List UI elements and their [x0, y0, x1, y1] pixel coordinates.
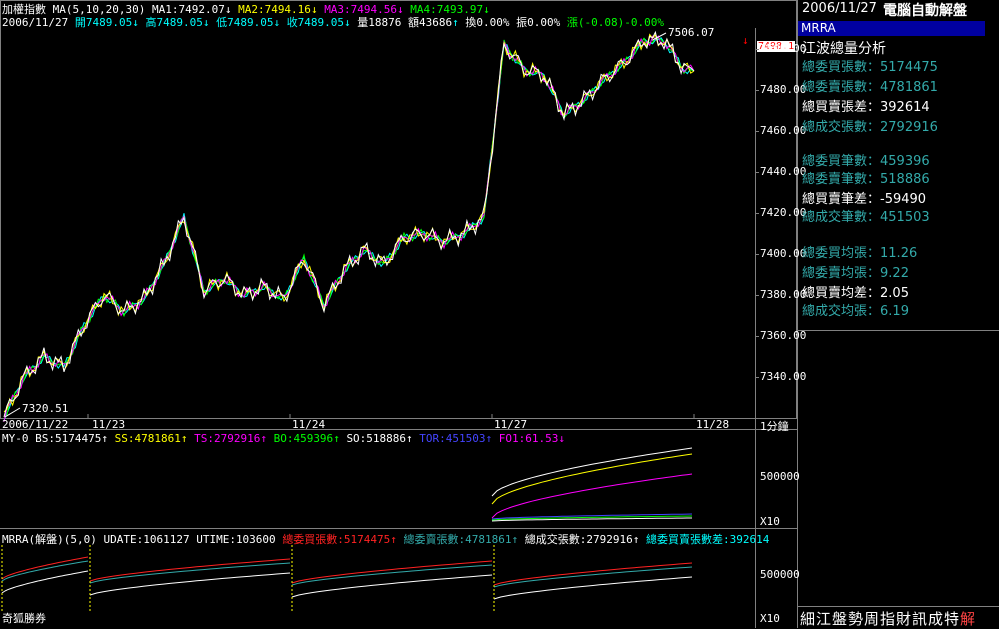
price-axis-tickmark — [755, 335, 759, 337]
panel-row-label: 總買賣筆差： — [802, 192, 881, 207]
bottom-ticker: 細江盤勢周指財訊成特解 — [800, 608, 976, 629]
deal-curve — [89, 572, 291, 596]
sub1-scale: X10 — [760, 515, 780, 528]
panel-row-value: 392614 — [880, 100, 930, 115]
panel-row-label: 總委賣張數： — [802, 80, 881, 95]
price-axis-tickmark — [755, 212, 759, 214]
right-panel-ticker-line — [797, 606, 999, 607]
panel-row-value: 459396 — [880, 154, 930, 169]
panel-row-label: 總委賣均張： — [802, 266, 881, 281]
panel-row-label: 總買賣張差： — [802, 100, 881, 115]
ticker-tail: 解 — [960, 610, 977, 628]
xaxis-label-0: 2006/11/22 — [2, 418, 69, 431]
timeframe-label[interactable]: 1分鐘 — [760, 418, 789, 434]
sub1-chart[interactable] — [0, 444, 755, 528]
xaxis-label-2: 11/24 — [292, 418, 326, 431]
price-axis-tick: 7420.00 — [760, 205, 807, 219]
panel-row-value: 5174475 — [880, 60, 938, 75]
panel-row-value: 6.19 — [880, 304, 909, 319]
broker-name: 奇狐勝券 — [2, 612, 46, 625]
panel-row-label: 總委買張數： — [802, 60, 881, 75]
price-axis-tick: 7440.00 — [760, 164, 807, 178]
panel-row: 總買賣均差：2.05 — [802, 282, 909, 301]
panel-row-value: 2.05 — [880, 286, 909, 301]
sub2-axis-label: 500000 — [760, 568, 800, 581]
panel-row-label: 總委買筆數： — [802, 154, 881, 169]
ma3-line — [3, 37, 695, 419]
panel-row-label: 總成交張數： — [802, 120, 881, 135]
price-axis-tick: 7400.00 — [760, 246, 807, 260]
price-axis-tickmark — [755, 376, 759, 378]
sub2-chart[interactable] — [0, 543, 755, 623]
panel-code: MRRA — [801, 21, 836, 35]
panel-row: 總委買張數：5174475 — [802, 56, 938, 75]
xaxis-label-3: 11/27 — [494, 418, 528, 431]
panel-row: 總委賣筆數：518886 — [802, 168, 930, 187]
sell-curve — [493, 566, 693, 588]
panel-row: 總買賣張差：392614 — [802, 96, 930, 115]
deal-curve — [493, 576, 693, 600]
panel-row: 總成交均張：6.19 — [802, 300, 909, 319]
main-axis-divider — [755, 28, 756, 429]
ss-curve — [491, 453, 693, 505]
panel-row: 總成交張數：2792916 — [802, 116, 938, 135]
panel-date: 2006/11/27 — [802, 1, 877, 16]
panel-row-label: 總委買均張： — [802, 246, 881, 261]
panel-row-value: 518886 — [880, 172, 930, 187]
xaxis-label-1: 11/23 — [92, 418, 126, 431]
price-axis-tickmark — [755, 130, 759, 132]
sell-curve — [89, 562, 291, 584]
panel-row: 總成交筆數：451503 — [802, 206, 930, 225]
panel-row: 總委賣均張：9.22 — [802, 262, 909, 281]
xaxis-label-4: 11/28 — [696, 418, 730, 431]
sub1-bottom-line — [0, 528, 797, 529]
price-axis-tickmark — [755, 48, 759, 50]
panel-row-label: 總成交筆數： — [802, 210, 881, 225]
price-axis-tickmark — [755, 171, 759, 173]
panel-row: 總委買均張：11.26 — [802, 242, 917, 261]
sub2-scale: X10 — [760, 612, 780, 625]
sub1-axis-label: 500000 — [760, 470, 800, 483]
panel-row-value: -59490 — [880, 192, 927, 207]
panel-row: 總委賣張數：4781861 — [802, 76, 938, 95]
panel-row: 總買賣筆差：-59490 — [802, 188, 926, 207]
panel-section-title: 江波總量分析 — [802, 41, 886, 57]
sell-curve — [1, 560, 89, 582]
panel-code-bar[interactable]: MRRA — [798, 21, 985, 36]
price-axis-tick: 7360.00 — [760, 328, 807, 342]
main-price-chart[interactable] — [0, 28, 755, 422]
panel-row-label: 總委賣筆數： — [802, 172, 881, 187]
price-axis-tickmark — [755, 89, 759, 91]
panel-row-value: 9.22 — [880, 266, 909, 281]
price-axis-tickmark — [755, 294, 759, 296]
price-axis-tick: 7460.00 — [760, 123, 807, 137]
panel-row-label: 總買賣均差： — [802, 286, 881, 301]
panel-row-value: 11.26 — [880, 246, 918, 261]
ticker-text: 細江盤勢周指財訊成特 — [800, 610, 961, 628]
sell-curve — [291, 564, 493, 586]
panel-row-value: 2792916 — [880, 120, 938, 135]
deal-curve — [291, 574, 493, 598]
price-axis-tick: 7340.00 — [760, 369, 807, 383]
panel-title: 電腦自動解盤 — [883, 3, 967, 19]
price-axis-tick: 7380.00 — [760, 287, 807, 301]
panel-row-value: 451503 — [880, 210, 930, 225]
lo-label: 7320.51 — [22, 402, 69, 415]
price-line — [3, 30, 695, 418]
down-arrow-icon: ↓ — [742, 34, 749, 47]
panel-row: 總委買筆數：459396 — [802, 150, 930, 169]
hi-label: 7506.07 — [668, 26, 715, 39]
sub1-axis-divider — [755, 430, 756, 528]
panel-row-value: 4781861 — [880, 80, 938, 95]
price-axis-tick: 7480.00 — [760, 82, 807, 96]
right-panel-bottom-line — [797, 330, 999, 331]
price-axis-tick: 7500.00 — [760, 41, 807, 55]
price-axis-tickmark — [755, 253, 759, 255]
panel-row-label: 總成交均張： — [802, 304, 881, 319]
deal-curve — [1, 570, 89, 594]
